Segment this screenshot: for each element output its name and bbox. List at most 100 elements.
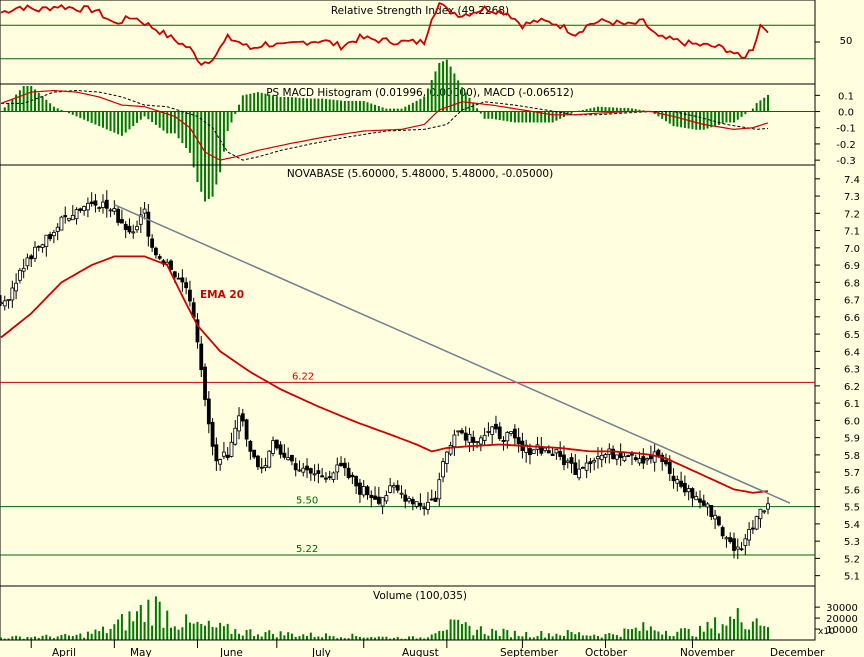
price-tick-label: 7.4 [844,175,860,186]
candle-body [618,452,623,459]
price-tick-label: 6.5 [844,330,860,341]
ema-label: EMA 20 [200,289,244,301]
price-tick-label: 6.8 [844,278,860,289]
candle-body [131,231,136,234]
candle-body [410,498,415,505]
candle-body [743,538,748,546]
candle-body [256,455,260,468]
candle-body [127,225,132,233]
candle-body [293,463,298,471]
price-level-label: 5.50 [296,496,318,507]
candle-body [399,492,404,495]
candle-body [146,211,151,237]
candle-body [373,495,377,500]
candle-body [112,208,117,212]
candle-body [558,451,563,457]
candle-body [603,454,608,458]
candle-body [732,538,736,551]
candle-body [169,260,173,270]
price-tick-label: 6.6 [844,313,860,324]
macd-tick-label: 0.0 [838,108,854,119]
candle-body [679,480,683,487]
candle-body [512,428,517,439]
candle-body [104,199,109,209]
candle-body [573,462,578,475]
candle-body [214,444,219,462]
candle-body [354,476,359,487]
candle-body [93,200,98,206]
candle-body [21,267,26,272]
candle-body [648,455,653,460]
candle-body [766,503,770,510]
candle-body [48,233,53,240]
rsi-tick-label: 50 [840,36,853,47]
candle-body [203,366,207,400]
month-label: April [52,647,76,657]
candle-body [89,201,94,204]
macd-tick-label: -0.2 [836,140,856,151]
candle-body [324,477,328,480]
month-label: November [680,647,735,657]
candle-body [308,468,313,474]
candle-body [641,456,646,464]
candle-body [686,488,691,493]
candle-body [206,398,211,425]
candle-body [580,467,585,469]
candle-body [728,537,733,543]
candle-body [694,496,699,501]
candle-body [622,455,627,461]
candle-body [652,451,657,463]
candle-body [550,453,555,456]
candle-body [0,302,3,305]
candle-body [301,467,306,473]
candle-body [70,215,75,221]
candle-body [63,215,68,218]
candle-body [55,226,60,232]
candle-body [716,516,721,526]
month-label: October [585,647,628,657]
candle-body [6,299,11,301]
candle-body [316,470,321,474]
candle-body [584,462,589,471]
candle-body [701,500,706,506]
candle-body [720,527,725,537]
candle-body [240,413,245,422]
price-tick-label: 6.7 [844,296,860,307]
candle-body [14,282,19,292]
candle-body [437,479,442,500]
candle-body [82,206,87,211]
candle-body [229,441,234,457]
price-tick-label: 6.1 [844,399,860,410]
month-label: September [500,647,559,657]
candle-body [509,431,513,434]
price-tick-label: 5.6 [844,485,860,496]
candle-body [754,516,759,530]
candle-body [614,454,619,460]
candle-body [698,498,702,503]
candle-body [501,440,506,442]
candle-body [758,508,763,520]
candle-body [25,257,30,267]
candle-body [486,431,491,433]
candle-body [414,501,419,507]
candle-body [395,484,400,491]
candle-body [713,514,718,520]
price-title: NOVABASE (5.60000, 5.48000, 5.48000, -0.… [287,168,553,180]
candle-body [422,507,427,510]
candle-body [290,454,294,462]
candle-body [248,440,253,452]
macd-tick-label: -0.1 [836,124,856,135]
candle-body [116,208,121,223]
candle-body [29,255,34,260]
candle-body [403,494,408,502]
candle-body [418,502,423,506]
candle-body [282,452,287,458]
candle-body [664,459,668,465]
candle-body [592,459,597,463]
candle-body [267,450,272,468]
candle-body [74,209,79,220]
candle-body [750,527,755,530]
candle-body [645,458,649,461]
month-label: June [219,647,243,657]
candle-body [157,256,162,259]
